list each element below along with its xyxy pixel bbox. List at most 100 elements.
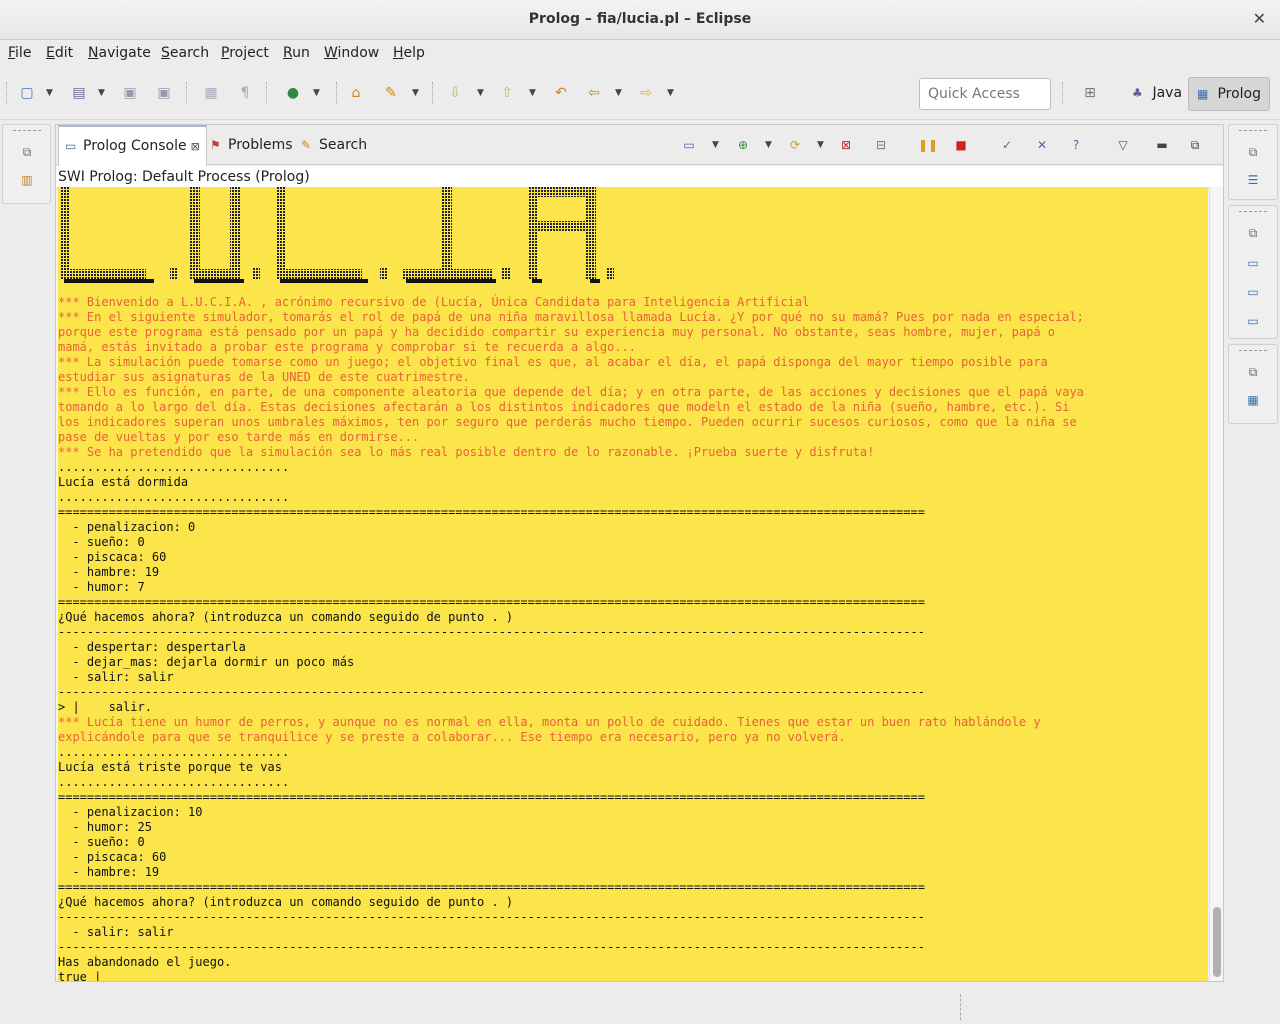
console-line: Lucía está dormida — [58, 475, 189, 489]
window-title: Prolog – fia/lucia.pl – Eclipse — [528, 11, 752, 27]
right-trim-stack-1: ⧉ ☰ — [1228, 124, 1278, 200]
restore-icon[interactable]: ⧉ — [1229, 226, 1277, 241]
forward-dropdown-icon[interactable]: ▼ — [667, 84, 674, 102]
menu-search[interactable]: Search — [161, 45, 209, 61]
tool-icon[interactable]: ✎ — [382, 84, 400, 102]
menu-file[interactable]: File — [8, 45, 31, 61]
scrollbar-thumb[interactable] — [1213, 907, 1221, 977]
terminate-icon[interactable]: ⊠ — [837, 137, 855, 153]
view-icon[interactable]: ▭ — [1229, 314, 1277, 328]
tool-dropdown-icon[interactable]: ▼ — [412, 84, 419, 102]
console-line: *** Ello es función, en parte, de una co… — [58, 385, 1084, 399]
forward-icon[interactable]: ⇨ — [637, 84, 655, 102]
restore-icon[interactable]: ⧉ — [1229, 365, 1277, 380]
run-dropdown-icon[interactable]: ▼ — [313, 84, 320, 102]
display-console-dropdown-icon[interactable]: ▼ — [712, 137, 719, 153]
menu-run[interactable]: Run — [283, 45, 310, 61]
right-trim-stack-3: ⧉ ▦ — [1228, 344, 1278, 424]
tab-label: Problems — [228, 137, 293, 153]
save-all-icon[interactable]: ▣ — [155, 84, 173, 102]
console-line: ¿Qué hacemos ahora? (introduzca un coman… — [58, 895, 514, 909]
view-icon[interactable]: ▭ — [1229, 285, 1277, 299]
package-explorer-icon[interactable]: ▥ — [3, 173, 51, 187]
console-line: Has abandonado el juego. — [58, 955, 232, 969]
back-icon[interactable]: ⇦ — [585, 84, 603, 102]
next-annotation-dropdown-icon[interactable]: ▼ — [477, 84, 484, 102]
menu-help[interactable]: Help — [393, 45, 425, 61]
problems-icon: ⚑ — [210, 138, 221, 152]
console-line: ----------------------------------------… — [58, 940, 925, 954]
view-icon[interactable]: ▭ — [1229, 256, 1277, 270]
new-project-icon[interactable]: ▤ — [70, 84, 88, 102]
console-line: ................................ — [58, 490, 290, 504]
menu-project[interactable]: Project — [221, 45, 269, 61]
tools-icon[interactable]: ✕ — [1033, 137, 1051, 153]
minimize-icon[interactable]: ▬ — [1153, 137, 1171, 153]
close-tab-icon[interactable]: ⊠ — [191, 140, 200, 153]
back-dropdown-icon[interactable]: ▼ — [615, 84, 622, 102]
close-icon[interactable]: ✕ — [1253, 9, 1266, 28]
console-line: - dejar_mas: dejarla dormir un poco más — [58, 655, 355, 669]
console-line: - salir: salir — [58, 670, 174, 684]
console-line: porque este programa está pensado por un… — [58, 325, 1055, 339]
run-icon[interactable]: ● — [284, 84, 302, 102]
banner-art — [60, 187, 614, 283]
last-edit-icon[interactable]: ↶ — [552, 84, 570, 102]
new-dropdown-icon[interactable]: ▼ — [46, 84, 53, 102]
open-perspective-icon[interactable]: ⊞ — [1081, 84, 1099, 102]
view-menu-icon[interactable]: ▽ — [1114, 137, 1132, 153]
perspective-java[interactable]: ♣ Java — [1124, 77, 1190, 111]
paragraph-icon[interactable]: ¶ — [236, 84, 254, 102]
display-console-icon[interactable]: ▭ — [680, 137, 698, 153]
new-project-dropdown-icon[interactable]: ▼ — [98, 84, 105, 102]
prev-annotation-icon[interactable]: ⇧ — [498, 84, 516, 102]
console-line: - humor: 7 — [58, 580, 145, 594]
console-line: ................................ — [58, 460, 290, 474]
restore-icon[interactable]: ⧉ — [3, 145, 51, 160]
restore-icon[interactable]: ⧉ — [1229, 145, 1277, 160]
toggle-icon[interactable]: ▦ — [202, 84, 220, 102]
console-scrollbar[interactable] — [1209, 187, 1223, 981]
open-folder-icon[interactable]: ⌂ — [347, 84, 365, 102]
tab-prolog-console[interactable]: ▭ Prolog Console ⊠ — [58, 125, 207, 166]
console-line: - sueño: 0 — [58, 535, 145, 549]
console-line: explicándole para que se tranquilice y s… — [58, 730, 846, 744]
menu-navigate[interactable]: Navigate — [88, 45, 151, 61]
prev-annotation-dropdown-icon[interactable]: ▼ — [529, 84, 536, 102]
console-line: - penalizacion: 0 — [58, 520, 196, 534]
view-icon[interactable]: ▦ — [1229, 393, 1277, 407]
status-bar — [0, 986, 1280, 1024]
console-line: Lucía está triste porque te vas — [58, 760, 282, 774]
tab-search[interactable]: ✎ Search — [295, 125, 373, 165]
prolog-perspective-icon: ▦ — [1197, 87, 1209, 101]
restart-console-dropdown-icon[interactable]: ▼ — [817, 137, 824, 153]
save-icon[interactable]: ▣ — [121, 84, 139, 102]
menu-edit[interactable]: Edit — [46, 45, 73, 61]
menu-window[interactable]: Window — [324, 45, 379, 61]
settings-icon[interactable]: ✓ — [998, 137, 1016, 153]
new-console-dropdown-icon[interactable]: ▼ — [765, 137, 772, 153]
console-line: - penalizacion: 10 — [58, 805, 203, 819]
new-console-icon[interactable]: ⊕ — [734, 137, 752, 153]
view-tab-bar: ▭ Prolog Console ⊠ ⚑ Problems ✎ Search ▭ ▼ ⊕… — [56, 125, 1223, 166]
outline-icon[interactable]: ☰ — [1229, 173, 1277, 187]
pause-icon[interactable]: ❚❚ — [918, 137, 938, 153]
restart-console-icon[interactable]: ⟳ — [786, 137, 804, 153]
new-icon[interactable]: ▢ — [18, 84, 36, 102]
console-line: estudiar sus asignaturas de la UNED de e… — [58, 370, 470, 384]
console-line: mamá, estás invitado a probar este progr… — [58, 340, 636, 354]
console-line: ========================================… — [58, 505, 925, 519]
console-line: > | salir. — [58, 700, 152, 714]
window-titlebar: Prolog – fia/lucia.pl – Eclipse ✕ — [0, 0, 1280, 40]
tab-problems[interactable]: ⚑ Problems — [204, 125, 299, 165]
maximize-icon[interactable]: ⧉ — [1186, 137, 1204, 153]
stop-icon[interactable]: ■ — [952, 137, 970, 153]
quick-access-input[interactable]: Quick Access — [919, 78, 1051, 110]
console-line: ----------------------------------------… — [58, 685, 925, 699]
console-output[interactable]: *** Bienvenido a L.U.C.I.A. , acrónimo r… — [58, 187, 1208, 981]
help-icon[interactable]: ? — [1067, 137, 1085, 153]
right-trim-stack-2: ⧉ ▭ ▭ ▭ — [1228, 205, 1278, 339]
perspective-prolog[interactable]: ▦ Prolog — [1188, 77, 1271, 111]
next-annotation-icon[interactable]: ⇩ — [446, 84, 464, 102]
remove-terminated-icon[interactable]: ⊟ — [872, 137, 890, 153]
